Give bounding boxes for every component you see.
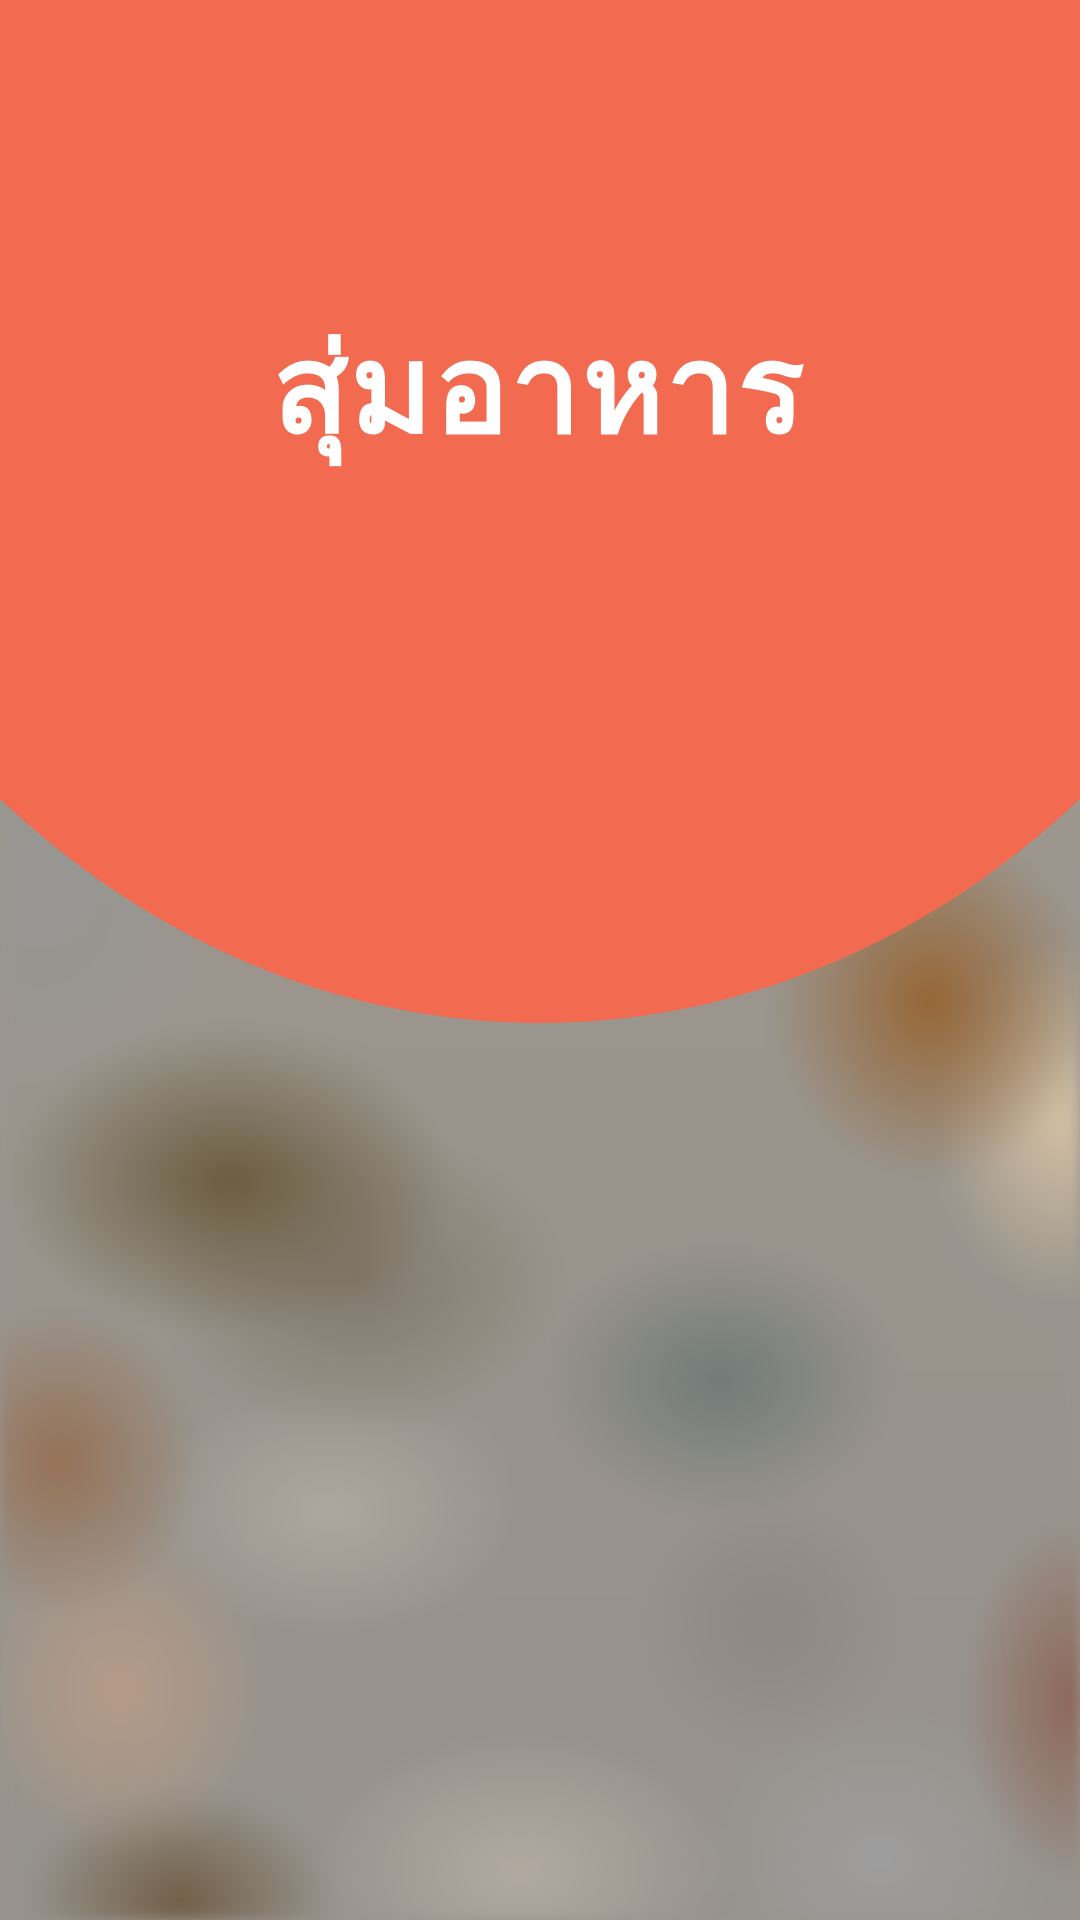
header-circle: [0, 0, 1080, 1023]
page-title: สุ่มอาหาร: [273, 318, 807, 462]
random-food-screen: สุ่มอาหาร: [0, 0, 1080, 1920]
